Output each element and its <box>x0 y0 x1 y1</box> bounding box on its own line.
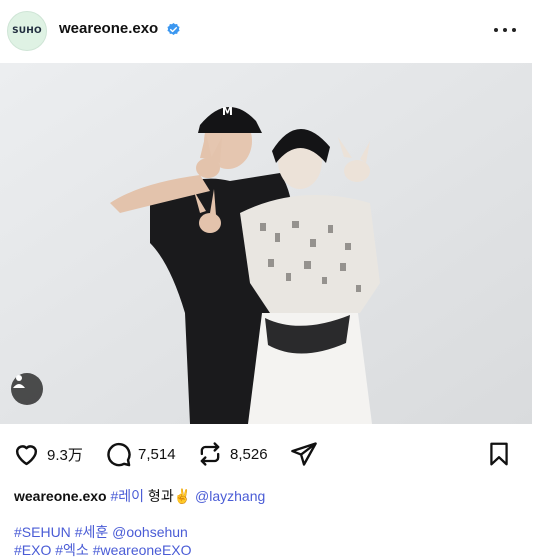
heart-icon <box>15 445 38 466</box>
mention-link[interactable]: @oohsehun <box>112 524 188 540</box>
comment-button[interactable]: 7,514 <box>104 436 176 472</box>
caption-text: 형과✌️ <box>144 488 196 504</box>
send-icon <box>291 442 317 466</box>
svg-text:M: M <box>222 105 233 118</box>
caption-mention[interactable]: @layzhang <box>195 488 265 504</box>
hashtag-line-2: #EXO #엑소 #weareoneEXO <box>14 540 534 560</box>
save-button[interactable] <box>486 436 512 472</box>
post-photo[interactable]: M <box>0 63 532 424</box>
bookmark-icon <box>490 442 508 466</box>
post-header: SUHO weareone.exo <box>0 0 538 62</box>
hashtag-line-1: #SEHUN #세훈 @oohsehun <box>14 522 534 542</box>
post-actions-bar: 9.3万 7,514 8,526 <box>0 436 538 472</box>
hashtag-link[interactable]: #weareoneEXO <box>93 542 192 558</box>
more-options-icon[interactable] <box>494 20 516 40</box>
hashtag-link[interactable]: #SEHUN <box>14 524 71 540</box>
like-button[interactable]: 9.3万 <box>12 436 83 472</box>
repost-icon <box>200 442 220 466</box>
account-username[interactable]: weareone.exo <box>59 20 158 37</box>
comment-count: 7,514 <box>138 445 176 463</box>
caption-username[interactable]: weareone.exo <box>14 488 107 504</box>
hashtag-link[interactable]: #엑소 <box>55 542 89 558</box>
hashtag-link[interactable]: #EXO <box>14 542 51 558</box>
share-button[interactable] <box>289 436 319 472</box>
user-tag-icon[interactable] <box>11 373 43 405</box>
caption-hashtag[interactable]: #레이 <box>111 488 145 504</box>
verified-badge-icon <box>167 22 180 35</box>
hashtag-link[interactable]: #세훈 <box>75 524 109 540</box>
repost-button[interactable]: 8,526 <box>196 436 268 472</box>
repost-count: 8,526 <box>230 445 268 463</box>
photo-illustration: M <box>0 63 532 424</box>
account-avatar[interactable]: SUHO <box>7 11 47 51</box>
comment-icon <box>107 442 131 467</box>
post-caption: weareone.exo #레이 형과✌️ @layzhang <box>14 486 265 506</box>
avatar-logo-text: SUHO <box>12 26 42 36</box>
like-count: 9.3万 <box>47 446 83 464</box>
